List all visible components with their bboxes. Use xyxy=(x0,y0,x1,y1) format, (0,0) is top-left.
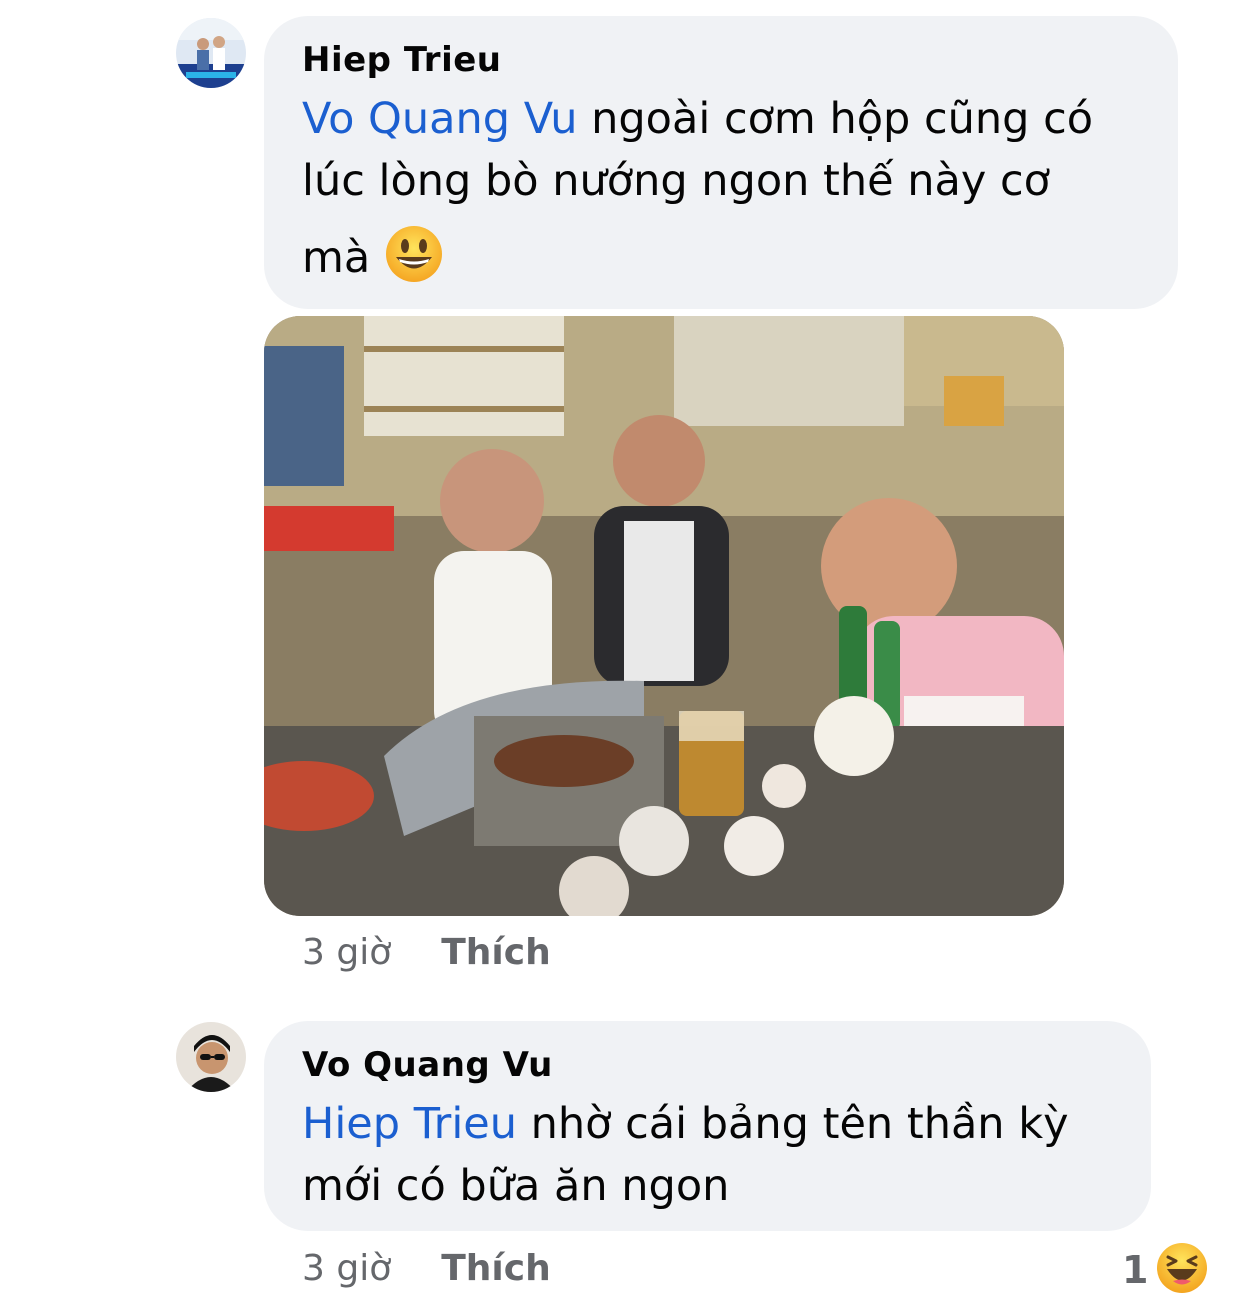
avatar-hiep-trieu[interactable] xyxy=(176,18,246,88)
comment-text-line: mới có bữa ăn ngon xyxy=(302,1161,730,1211)
laughing-face-icon xyxy=(1156,1242,1208,1298)
comment-time[interactable]: 3 giờ xyxy=(302,932,391,973)
like-button[interactable]: Thích xyxy=(441,1248,551,1289)
comment-photo[interactable] xyxy=(264,316,1064,916)
profile-photo-icon xyxy=(176,1022,246,1092)
mention-link[interactable]: Hiep Trieu xyxy=(302,1099,517,1149)
comment-text: Hiep Trieu nhờ cái bảng tên thần kỳ mới … xyxy=(302,1093,1142,1217)
comment-bubble: Vo Quang Vu Hiep Trieu nhờ cái bảng tên … xyxy=(264,1021,1151,1231)
comment-author[interactable]: Vo Quang Vu xyxy=(302,1045,553,1085)
comment-meta: 3 giờ Thích xyxy=(302,1248,551,1289)
comment-text-line: lúc lòng bò nướng ngon thế này cơ xyxy=(302,156,1050,206)
mention-link[interactable]: Vo Quang Vu xyxy=(302,94,577,144)
reaction-count: 1 xyxy=(1122,1248,1149,1292)
smiley-face-icon xyxy=(384,224,444,301)
comment-text-line: nhờ cái bảng tên thần kỳ xyxy=(516,1099,1069,1149)
comment-text: Vo Quang Vu ngoài cơm hộp cũng có lúc lò… xyxy=(302,88,1172,301)
profile-photo-icon xyxy=(176,18,246,88)
comment-author[interactable]: Hiep Trieu xyxy=(302,40,502,80)
comment-text-line: ngoài cơm hộp cũng có xyxy=(577,94,1094,144)
comment-time[interactable]: 3 giờ xyxy=(302,1248,391,1289)
comment-meta: 3 giờ Thích xyxy=(302,932,551,973)
restaurant-photo-icon xyxy=(264,316,1064,916)
comment-text-line: mà xyxy=(302,233,371,283)
reaction-summary[interactable]: 1 xyxy=(1122,1242,1208,1298)
like-button[interactable]: Thích xyxy=(441,932,551,973)
avatar-vo-quang-vu[interactable] xyxy=(176,1022,246,1092)
comment-bubble: Hiep Trieu Vo Quang Vu ngoài cơm hộp cũn… xyxy=(264,16,1178,309)
